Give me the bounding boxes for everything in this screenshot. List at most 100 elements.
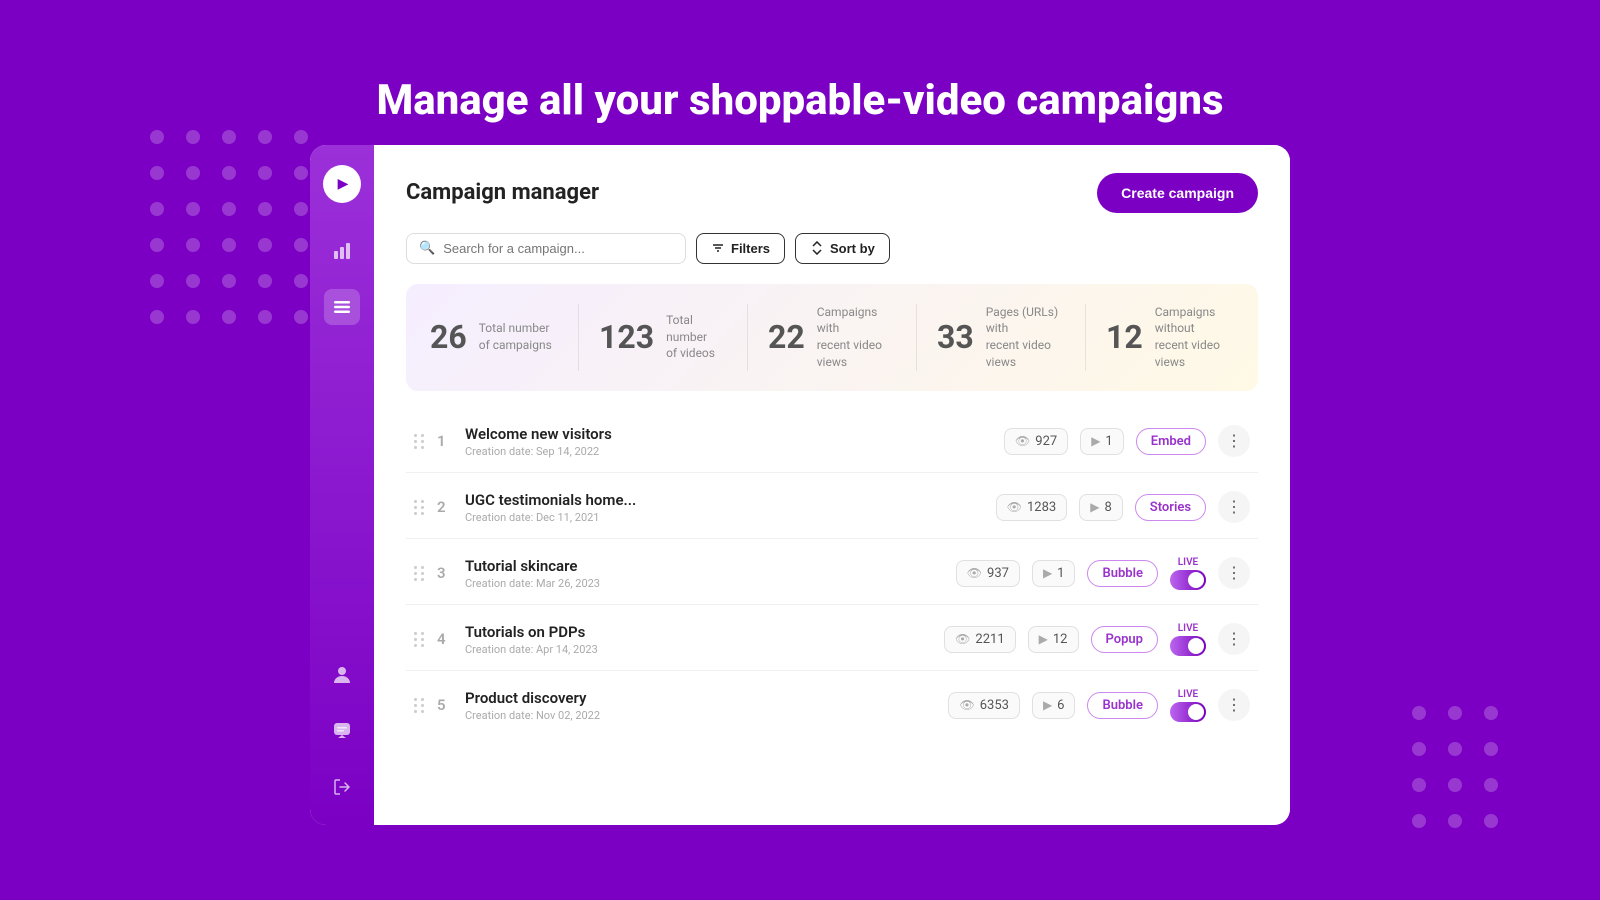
decorative-dot [294, 274, 308, 288]
drag-handle[interactable] [414, 500, 425, 515]
toggle-track[interactable] [1170, 636, 1206, 656]
content-title: Campaign manager [406, 180, 599, 205]
live-toggle[interactable]: LIVE [1170, 623, 1206, 656]
videos-badge: ▶ 1 [1080, 428, 1124, 455]
stat-label-1: Total numberof videos [666, 312, 727, 362]
row-number: 2 [437, 498, 453, 516]
type-badge: Bubble [1087, 692, 1158, 719]
sidebar-item-logout[interactable] [324, 769, 360, 805]
stat-number-3: 33 [937, 318, 974, 356]
stat-item-3: 33 Pages (URLs) withrecent video views [937, 304, 1086, 371]
decorative-dot [222, 274, 236, 288]
sidebar-item-chat[interactable] [324, 713, 360, 749]
drag-handle[interactable] [414, 566, 425, 581]
stat-number-2: 22 [768, 318, 805, 356]
decorative-dot [294, 238, 308, 252]
sidebar-item-user[interactable] [324, 657, 360, 693]
stats-row: 26 Total numberof campaigns 123 Total nu… [406, 284, 1258, 391]
decorative-dot [222, 166, 236, 180]
page-title: Manage all your shoppable-video campaign… [376, 76, 1223, 125]
decorative-dot [1412, 778, 1426, 792]
toggle-thumb [1188, 704, 1204, 720]
live-toggle[interactable]: LIVE [1170, 689, 1206, 722]
filters-button[interactable]: Filters [696, 233, 785, 264]
decorative-dot [222, 238, 236, 252]
sort-button[interactable]: Sort by [795, 233, 890, 264]
more-options-button[interactable]: ⋮ [1218, 491, 1250, 523]
decorative-dot [258, 130, 272, 144]
videos-badge: ▶ 1 [1032, 560, 1076, 587]
videos-badge: ▶ 8 [1079, 494, 1123, 521]
live-label: LIVE [1178, 557, 1198, 568]
sidebar-logo[interactable] [323, 165, 361, 203]
eye-icon: 👁 [955, 632, 970, 646]
decorative-dot [1448, 742, 1462, 756]
views-count: 937 [987, 566, 1009, 581]
views-badge: 👁 937 [956, 560, 1020, 587]
decorative-dot [1484, 742, 1498, 756]
campaign-row: 2 UGC testimonials home... Creation date… [406, 477, 1258, 539]
decorative-dot [186, 238, 200, 252]
create-campaign-button[interactable]: Create campaign [1097, 173, 1258, 213]
views-count: 6353 [980, 698, 1009, 713]
filters-label: Filters [731, 241, 770, 256]
toggle-track[interactable] [1170, 702, 1206, 722]
views-badge: 👁 927 [1004, 428, 1068, 455]
decorative-dot [1412, 706, 1426, 720]
video-icon: ▶ [1043, 698, 1052, 712]
more-options-button[interactable]: ⋮ [1218, 557, 1250, 589]
decorative-dot [1484, 706, 1498, 720]
stat-item-4: 12 Campaigns withoutrecent video views [1106, 304, 1234, 371]
campaign-name: UGC testimonials home... [465, 491, 984, 509]
decorative-dot [1448, 706, 1462, 720]
stat-number-4: 12 [1106, 318, 1143, 356]
decorative-dot [186, 310, 200, 324]
drag-handle[interactable] [414, 632, 425, 647]
views-count: 1283 [1027, 500, 1056, 515]
stat-item-2: 22 Campaigns withrecent video views [768, 304, 917, 371]
decorative-dot [186, 166, 200, 180]
more-options-button[interactable]: ⋮ [1218, 623, 1250, 655]
toggle-track[interactable] [1170, 570, 1206, 590]
videos-count: 1 [1105, 434, 1112, 449]
decorative-dot [150, 274, 164, 288]
eye-icon: 👁 [959, 698, 974, 712]
campaign-date: Creation date: Sep 14, 2022 [465, 445, 992, 458]
decorative-dot [186, 202, 200, 216]
decorative-dot [1412, 814, 1426, 828]
more-options-button[interactable]: ⋮ [1218, 425, 1250, 457]
videos-badge: ▶ 12 [1028, 626, 1079, 653]
campaign-date: Creation date: Dec 11, 2021 [465, 511, 984, 524]
videos-count: 12 [1053, 632, 1068, 647]
stat-item-0: 26 Total numberof campaigns [430, 304, 579, 371]
toggle-thumb [1188, 572, 1204, 588]
more-options-button[interactable]: ⋮ [1218, 689, 1250, 721]
campaign-row: 1 Welcome new visitors Creation date: Se… [406, 411, 1258, 473]
live-toggle[interactable]: LIVE [1170, 557, 1206, 590]
campaign-row: 5 Product discovery Creation date: Nov 0… [406, 675, 1258, 736]
search-input[interactable] [443, 241, 673, 256]
stat-label-4: Campaigns withoutrecent video views [1155, 304, 1234, 371]
toggle-thumb [1188, 638, 1204, 654]
sidebar-item-analytics[interactable] [324, 233, 360, 269]
decorative-dot [150, 202, 164, 216]
row-number: 3 [437, 564, 453, 582]
decorative-dot [1412, 742, 1426, 756]
stat-number-0: 26 [430, 318, 467, 356]
decorative-dot [1448, 814, 1462, 828]
search-filter-row: 🔍 Filters Sort by [406, 233, 1258, 264]
videos-count: 6 [1057, 698, 1064, 713]
decorative-dot [222, 130, 236, 144]
sidebar-item-menu[interactable] [324, 289, 360, 325]
decorative-dot [1448, 778, 1462, 792]
views-count: 2211 [975, 632, 1004, 647]
views-badge: 👁 2211 [944, 626, 1015, 653]
eye-icon: 👁 [1007, 500, 1022, 514]
video-icon: ▶ [1043, 566, 1052, 580]
campaign-info: Tutorial skincare Creation date: Mar 26,… [465, 557, 944, 590]
videos-count: 1 [1057, 566, 1064, 581]
campaign-name: Welcome new visitors [465, 425, 992, 443]
views-badge: 👁 6353 [948, 692, 1019, 719]
drag-handle[interactable] [414, 698, 425, 713]
drag-handle[interactable] [414, 434, 425, 449]
